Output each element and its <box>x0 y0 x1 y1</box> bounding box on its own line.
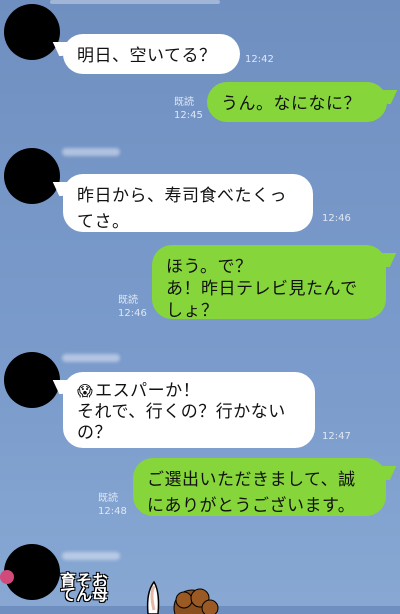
message-time: 12:48 <box>98 506 127 517</box>
read-receipt: 既読 <box>118 295 138 306</box>
avatar-decoration <box>0 570 14 584</box>
avatar[interactable] <box>4 352 60 408</box>
message-time: 12:45 <box>174 110 203 121</box>
message-text: の？ <box>77 423 112 443</box>
read-receipt: 既読 <box>174 97 194 108</box>
message-bubble-outgoing[interactable]: ほう。で？ あ！昨日テレビ見たんで しょ？ <box>152 245 386 321</box>
message-text: うん。なになに？ <box>221 94 361 114</box>
message-time: 12:46 <box>118 308 147 319</box>
sender-name <box>62 552 120 560</box>
sticker-character-icon[interactable] <box>140 574 220 614</box>
message-bubble-incoming[interactable]: 明日、空いてる？ <box>63 34 240 74</box>
avatar[interactable] <box>4 148 60 204</box>
sender-name <box>62 354 120 362</box>
message-text: 明日、空いてる？ <box>77 46 217 66</box>
message-text: にありがとうございます。 <box>147 496 356 516</box>
sticker-text[interactable]: 育そお てん母 <box>60 573 108 603</box>
read-receipt: 既読 <box>98 493 118 504</box>
avatar[interactable] <box>4 4 60 60</box>
message-time: 12:46 <box>322 213 351 224</box>
top-fade <box>50 0 220 4</box>
message-time: 12:47 <box>322 431 351 442</box>
message-text: てさ。 <box>77 212 130 232</box>
message-text: 昨日から、寿司食べたくっ <box>77 186 287 206</box>
message-bubble-incoming[interactable]: 😱 エスパーか！ それで、行くの？行かない の？ <box>63 372 315 448</box>
message-text: エスパーか！ <box>95 381 201 401</box>
sender-name <box>62 148 120 156</box>
scream-emoji-icon: 😱 <box>77 382 94 400</box>
message-time: 12:42 <box>245 54 274 65</box>
message-text: ご選出いただきまして、誠 <box>147 470 356 490</box>
message-bubble-incoming[interactable]: 昨日から、寿司食べたくっ てさ。 <box>63 174 313 232</box>
message-text: それで、行くの？行かない <box>77 402 286 422</box>
message-bubble-outgoing[interactable]: ご選出いただきまして、誠 にありがとうございます。 <box>133 458 386 516</box>
message-bubble-outgoing[interactable]: うん。なになに？ <box>207 82 387 122</box>
